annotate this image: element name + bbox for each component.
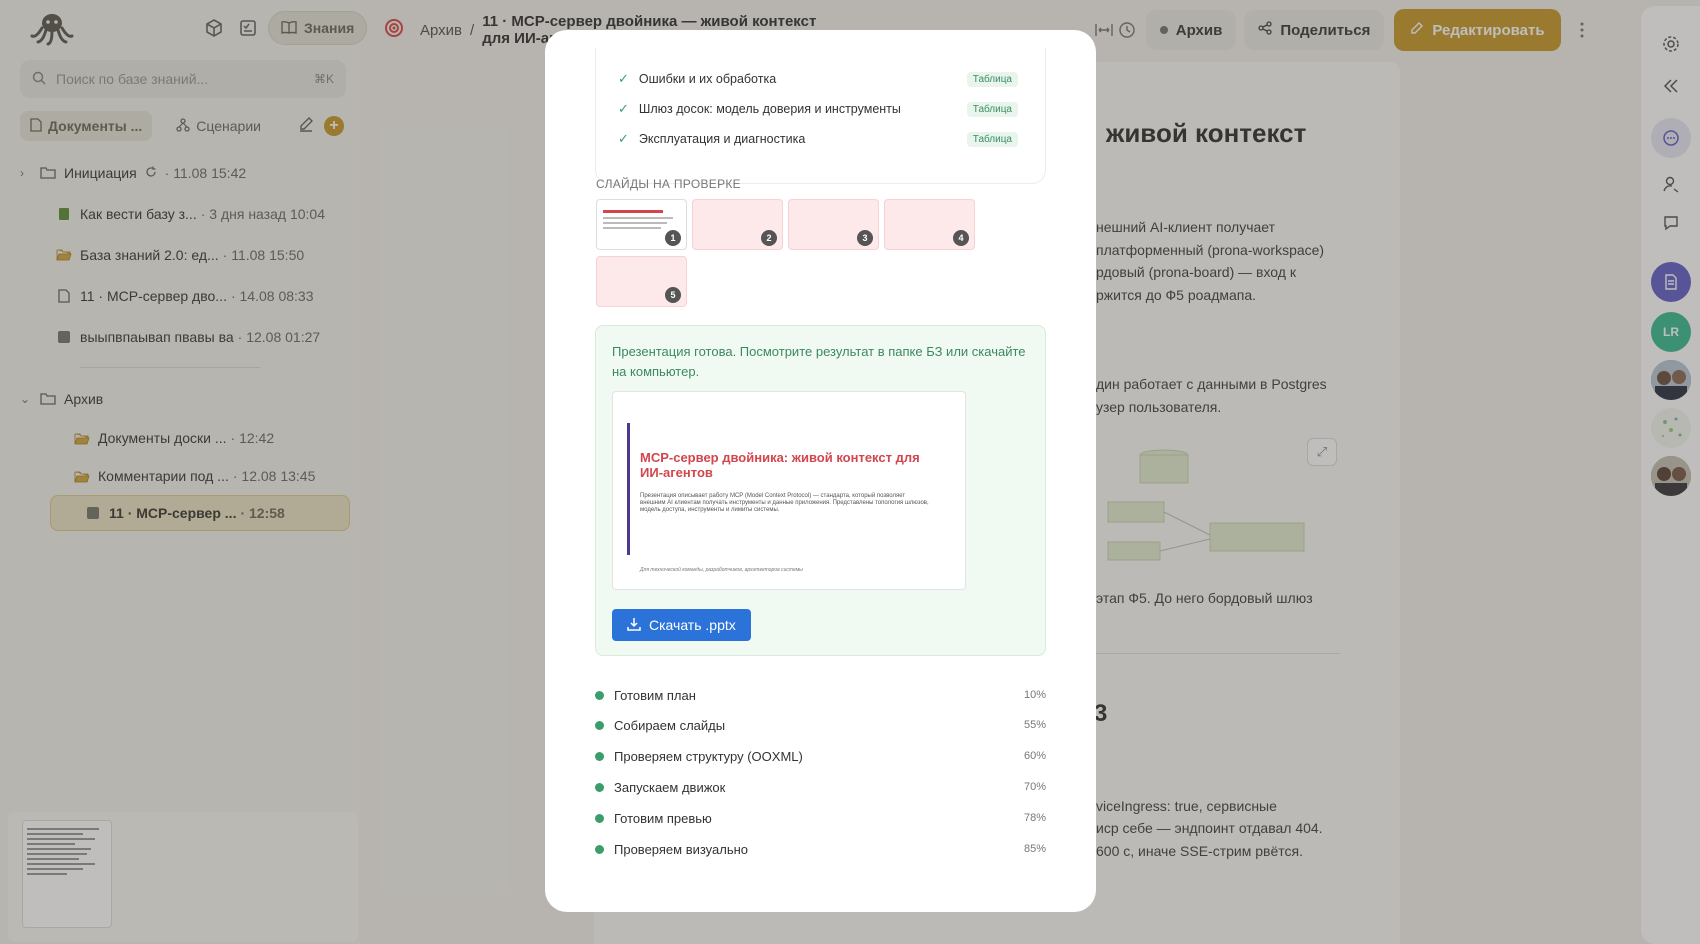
status-dot-icon [595,782,604,792]
checkmark-icon: ✓ [618,131,629,146]
step-percent: 78% [1023,812,1046,824]
presentation-preview[interactable]: MCP-сервер двойника: живой контекст для … [612,391,966,590]
progress-step: Готовим превью 78% [595,808,1046,828]
checklist-tag: Таблица [966,131,1018,147]
slide-number: 5 [665,287,681,303]
checklist-tag: Таблица [966,71,1018,87]
slide-number: 4 [953,230,969,246]
progress-step: Собираем слайды 55% [595,715,1046,735]
checklist-label: Шлюз досок: модель доверия и инструменты [638,102,901,116]
step-label: Проверяем визуально [614,841,749,857]
download-pptx-button[interactable]: Скачать .pptx [612,609,751,641]
step-label: Проверяем структуру (OOXML) [614,748,803,764]
progress-step: Запускаем движок 70% [595,777,1046,797]
preview-description: Презентация описывает работу MCP (Model … [640,493,929,513]
step-label: Готовим план [614,687,696,703]
slide-number: 2 [761,230,777,246]
status-dot-icon [595,813,604,823]
step-label: Запускаем движок [614,779,726,795]
download-label: Скачать .pptx [649,617,736,633]
checklist-item: ✓ Ошибки и их обработка Таблица [618,70,1018,88]
slide-thumbnail[interactable]: 3 [788,199,879,250]
slide-thumbnail[interactable]: 1 [596,199,687,250]
status-dot-icon [595,844,604,854]
progress-step: Проверяем визуально 85% [595,839,1046,859]
checklist-label: Эксплуатация и диагностика [638,132,806,146]
presentation-ready-panel: Презентация готова. Посмотрите результат… [595,325,1046,656]
preview-title: MCP-сервер двойника: живой контекст для … [640,450,920,480]
status-dot-icon [595,690,604,700]
step-percent: 60% [1023,750,1046,762]
presentation-modal: ✓ Ошибки и их обработка Таблица ✓ Шлюз д… [545,30,1096,912]
slides-section-label: СЛАЙДЫ НА ПРОВЕРКЕ [596,177,741,191]
checklist-item: ✓ Шлюз досок: модель доверия и инструмен… [618,100,1018,118]
status-dot-icon [595,751,604,761]
step-percent: 85% [1023,843,1046,855]
progress-step: Готовим план 10% [595,685,1046,705]
checklist-label: Ошибки и их обработка [638,72,777,86]
slide-thumbnail[interactable]: 5 [596,256,687,307]
step-percent: 10% [1023,689,1046,701]
progress-step: Проверяем структуру (OOXML) 60% [595,746,1046,766]
step-label: Собираем слайды [614,717,726,733]
slide-thumbnail[interactable]: 2 [692,199,783,250]
checklist-item: ✓ Эксплуатация и диагностика Таблица [618,130,1018,148]
section-checklist: ✓ Ошибки и их обработка Таблица ✓ Шлюз д… [595,48,1046,184]
step-percent: 55% [1023,719,1046,731]
slide-thumbnail[interactable]: 4 [884,199,975,250]
checkmark-icon: ✓ [618,101,629,116]
status-dot-icon [595,720,604,730]
step-percent: 70% [1023,781,1046,793]
step-label: Готовим превью [614,810,712,826]
checklist-tag: Таблица [966,101,1018,117]
slide-number: 3 [857,230,873,246]
preview-footer: Для технической команды, разработчиков, … [640,567,803,573]
download-icon [627,617,641,634]
slide-number: 1 [665,230,681,246]
accent-bar [627,423,630,555]
ready-message: Презентация готова. Посмотрите результат… [612,344,1026,379]
checkmark-icon: ✓ [618,71,629,86]
